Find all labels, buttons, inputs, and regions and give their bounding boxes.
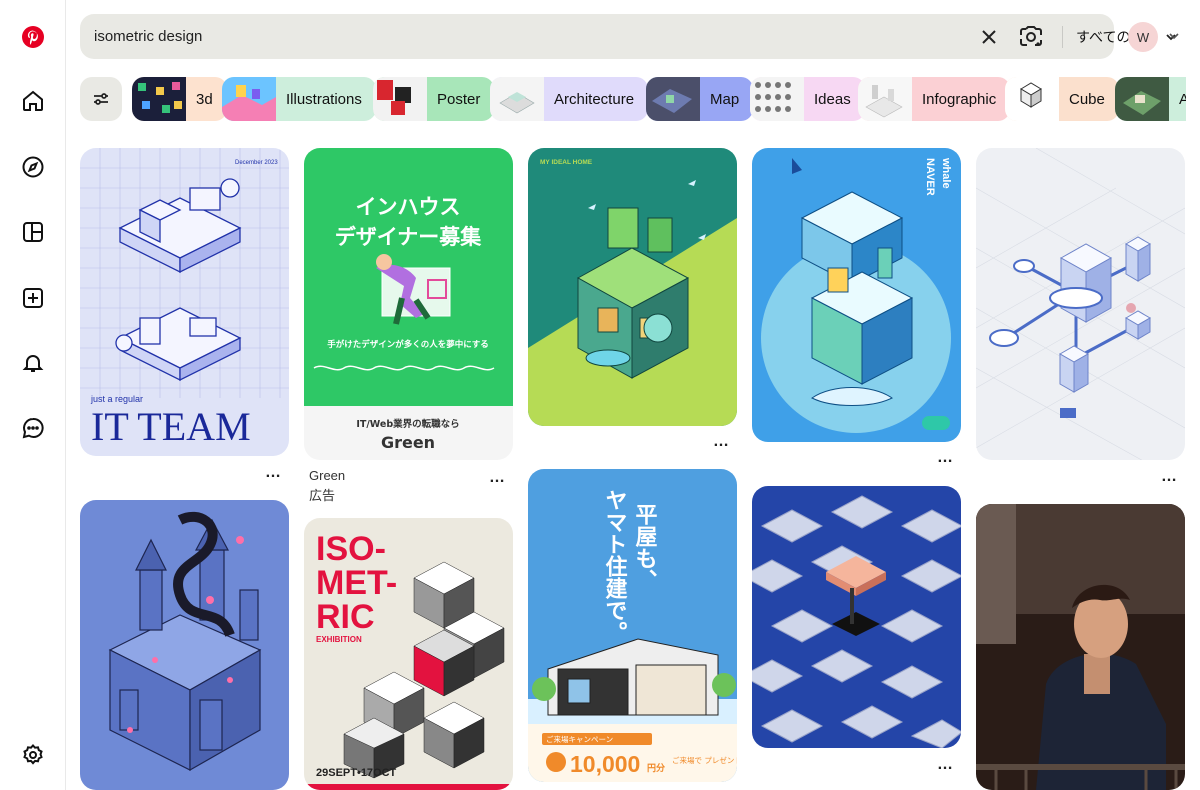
notifications-bell-icon[interactable] xyxy=(18,348,48,378)
pin-more-options-button[interactable]: … xyxy=(1161,468,1178,486)
sliders-icon xyxy=(94,93,108,105)
pin-naver-whale[interactable]: NAVER whale xyxy=(752,148,961,442)
iso-poster-dates: 29SEPT•17OCT xyxy=(316,767,397,779)
house-gift-label: ご来場で プレゼント xyxy=(672,755,737,765)
it-team-tag: just a regular xyxy=(90,394,143,404)
pin-isometric-exhibition-poster[interactable]: ISO- MET- RIC EXHIBITION 29SEPT•17OCT xyxy=(304,518,513,790)
visual-search-camera-icon[interactable] xyxy=(1018,24,1044,50)
explore-compass-icon[interactable] xyxy=(18,152,48,182)
pin-my-ideal-home[interactable]: MY IDEAL HOME xyxy=(528,148,737,426)
chip-label: Architecture xyxy=(554,90,635,108)
pin-more-options-button[interactable]: … xyxy=(937,756,954,774)
pin-more-options-button[interactable]: … xyxy=(937,449,954,467)
iso-poster-line-2: MET- xyxy=(316,564,397,602)
chip-thumbnail xyxy=(132,77,186,121)
pin-castle-illustration[interactable] xyxy=(80,500,289,790)
iso-poster-line-3: RIC xyxy=(316,598,375,636)
search-divider xyxy=(1062,26,1063,48)
pin-more-options-button[interactable]: … xyxy=(713,433,730,451)
pinterest-logo-icon[interactable] xyxy=(18,22,48,52)
clear-search-icon[interactable] xyxy=(978,26,1000,48)
pin-it-team[interactable]: just a regular December 2023 IT TEAM xyxy=(80,148,289,456)
house-amount: 10,000 xyxy=(570,751,640,777)
iso-poster-line-1: ISO- xyxy=(316,530,386,568)
pin-green-recruit-ad[interactable]: インハウス デザイナー募集 手がけたデザインが多くの人を夢中にする IT/Web… xyxy=(304,148,513,460)
naver-brand-top: NAVER xyxy=(924,158,936,196)
chip-label: Illustrations xyxy=(286,90,362,108)
pin-man-photo[interactable] xyxy=(976,504,1185,790)
chip-thumbnail xyxy=(1005,77,1059,121)
avatar[interactable]: W xyxy=(1128,22,1158,52)
chip-thumbnail xyxy=(490,77,544,121)
iso-poster-subtitle: EXHIBITION xyxy=(316,635,362,644)
chip-3d[interactable]: 3d xyxy=(132,77,227,121)
account-chevron-down-icon[interactable] xyxy=(1167,29,1181,43)
boards-icon[interactable] xyxy=(18,217,48,247)
chip-architecture[interactable]: Architecture xyxy=(490,77,649,121)
chip-label: Infographic xyxy=(922,90,997,108)
promoted-label: 広告 xyxy=(309,488,336,503)
house-copy-col-2: ヤマト住建で。 xyxy=(602,489,628,643)
avatar-initial: W xyxy=(1136,29,1150,45)
chip-label: 3d xyxy=(196,90,213,108)
it-team-title: IT TEAM xyxy=(91,404,251,449)
chip-arc[interactable]: Arc xyxy=(1115,77,1186,121)
green-footer-top: IT/Web業界の転職なら xyxy=(356,418,459,430)
chip-ideas[interactable]: Ideas xyxy=(750,77,865,121)
chip-label: Map xyxy=(710,90,740,108)
chip-thumbnail xyxy=(646,77,700,121)
settings-gear-icon[interactable] xyxy=(18,740,48,770)
search-bar: すべてのピン xyxy=(80,14,1177,59)
chip-infographic[interactable]: Infographic xyxy=(858,77,1011,121)
chip-thumbnail xyxy=(222,77,276,121)
home-icon[interactable] xyxy=(18,86,48,116)
chip-poster[interactable]: Poster xyxy=(373,77,495,121)
pin-more-options-button[interactable]: … xyxy=(265,464,282,482)
pin-advertiser-name[interactable]: Green xyxy=(309,468,345,483)
house-campaign-label: ご来場キャンペーン xyxy=(546,734,613,744)
chip-thumbnail xyxy=(1115,77,1169,121)
create-plus-icon[interactable] xyxy=(18,283,48,313)
chip-cube[interactable]: Cube xyxy=(1005,77,1119,121)
chip-label: Ideas xyxy=(814,90,851,108)
chip-illustrations[interactable]: Illustrations xyxy=(222,77,376,121)
naver-brand-bottom: whale xyxy=(940,157,952,189)
messages-icon[interactable] xyxy=(18,413,48,443)
green-headline-2: デザイナー募集 xyxy=(335,225,483,249)
chip-map[interactable]: Map xyxy=(646,77,754,121)
chip-label: Arc xyxy=(1179,90,1186,108)
sidebar xyxy=(0,0,66,790)
pin-yamato-house-ad[interactable]: 平屋も、 ヤマト住建で。 ご来場キャンペーン 10,000 円分 ご来場で プレ… xyxy=(528,469,737,782)
pin-keyboard-isometric[interactable] xyxy=(752,486,961,748)
guided-search-chips: 3d Illustrations Poster Architecture Map… xyxy=(80,77,1186,121)
green-footer-brand: Green xyxy=(381,433,435,452)
house-copy-col-1: 平屋も、 xyxy=(632,503,658,591)
chip-thumbnail xyxy=(858,77,912,121)
chip-thumbnail xyxy=(373,77,427,121)
pin-network-infographic[interactable] xyxy=(976,148,1185,460)
green-headline-1: インハウス xyxy=(356,195,461,219)
filter-sliders-button[interactable] xyxy=(80,77,122,121)
it-team-date: December 2023 xyxy=(235,160,278,166)
chip-label: Cube xyxy=(1069,90,1105,108)
chip-thumbnail xyxy=(750,77,804,121)
chip-label: Poster xyxy=(437,90,481,108)
ideal-home-caption: MY IDEAL HOME xyxy=(540,159,593,166)
pin-more-options-button[interactable]: … xyxy=(489,469,506,487)
search-input[interactable] xyxy=(94,14,874,59)
green-subline: 手がけたデザインが多くの人を夢中にする xyxy=(327,339,489,350)
house-amount-unit: 円分 xyxy=(647,762,665,774)
